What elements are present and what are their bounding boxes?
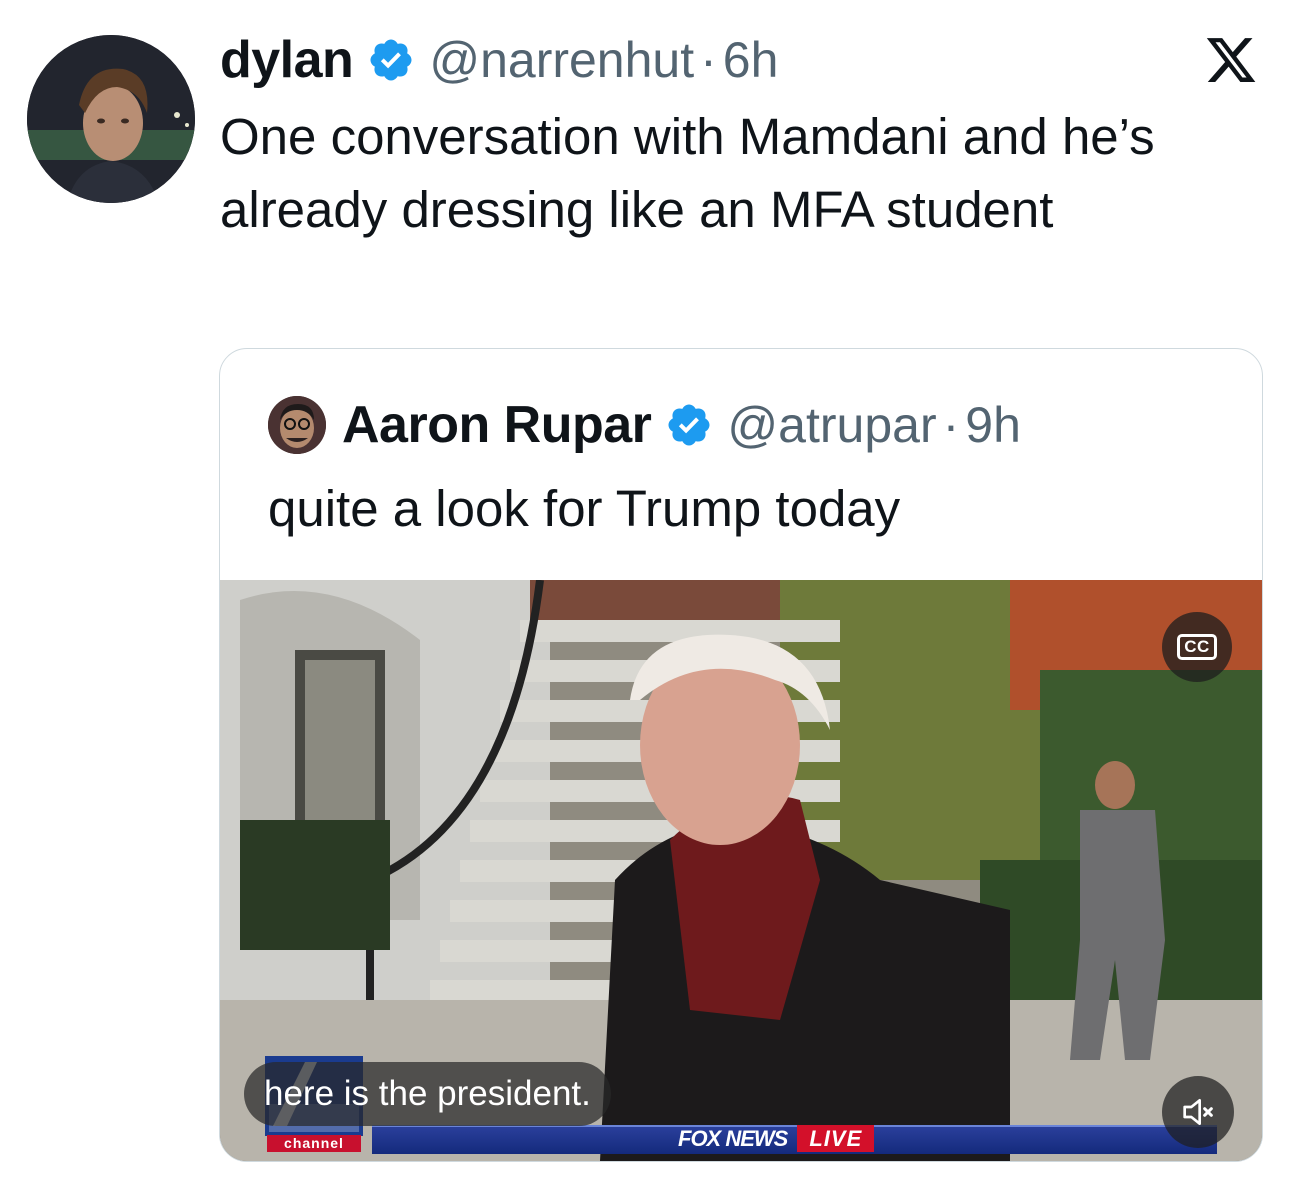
tweet-header: dylan @narrenhut · 6h xyxy=(220,28,778,92)
quoted-author-name[interactable]: Aaron Rupar xyxy=(342,395,652,455)
verified-badge-icon xyxy=(668,404,710,446)
tweet-text: One conversation with Mamdani and he’s a… xyxy=(220,108,1155,238)
mute-button[interactable] xyxy=(1162,1076,1234,1148)
quoted-tweet-timestamp[interactable]: 9h xyxy=(965,396,1021,454)
fox-bug-label: channel xyxy=(267,1135,361,1152)
quoted-tweet-header: Aaron Rupar @atrupar · 9h xyxy=(268,394,1021,456)
ticker-brand: FOX NEWS LIVE xyxy=(678,1125,875,1152)
video-caption: here is the president. xyxy=(244,1062,611,1126)
quoted-tweet-card[interactable]: Aaron Rupar @atrupar · 9h quite a look f… xyxy=(219,348,1263,1162)
x-logo-icon[interactable] xyxy=(1204,33,1258,87)
verified-badge-icon xyxy=(370,39,412,81)
quoted-author-handle[interactable]: @atrupar xyxy=(727,396,936,454)
author-handle[interactable]: @narrenhut xyxy=(429,31,694,89)
quoted-author-avatar[interactable] xyxy=(268,396,326,454)
author-avatar[interactable] xyxy=(27,35,195,203)
speaker-muted-icon xyxy=(1183,1099,1213,1125)
cc-icon: CC xyxy=(1177,634,1217,660)
quoted-tweet-text: quite a look for Trump today xyxy=(268,480,901,537)
separator-dot: · xyxy=(942,397,960,453)
video-player[interactable]: CC channel FOX NEWS LIVE here is the pre… xyxy=(220,580,1262,1161)
ticker-fox-news: FOX NEWS xyxy=(678,1125,788,1151)
closed-captions-button[interactable]: CC xyxy=(1162,612,1232,682)
author-name[interactable]: dylan xyxy=(220,30,354,90)
tweet-timestamp[interactable]: 6h xyxy=(723,31,779,89)
separator-dot: · xyxy=(700,32,717,88)
live-badge: LIVE xyxy=(797,1125,875,1152)
